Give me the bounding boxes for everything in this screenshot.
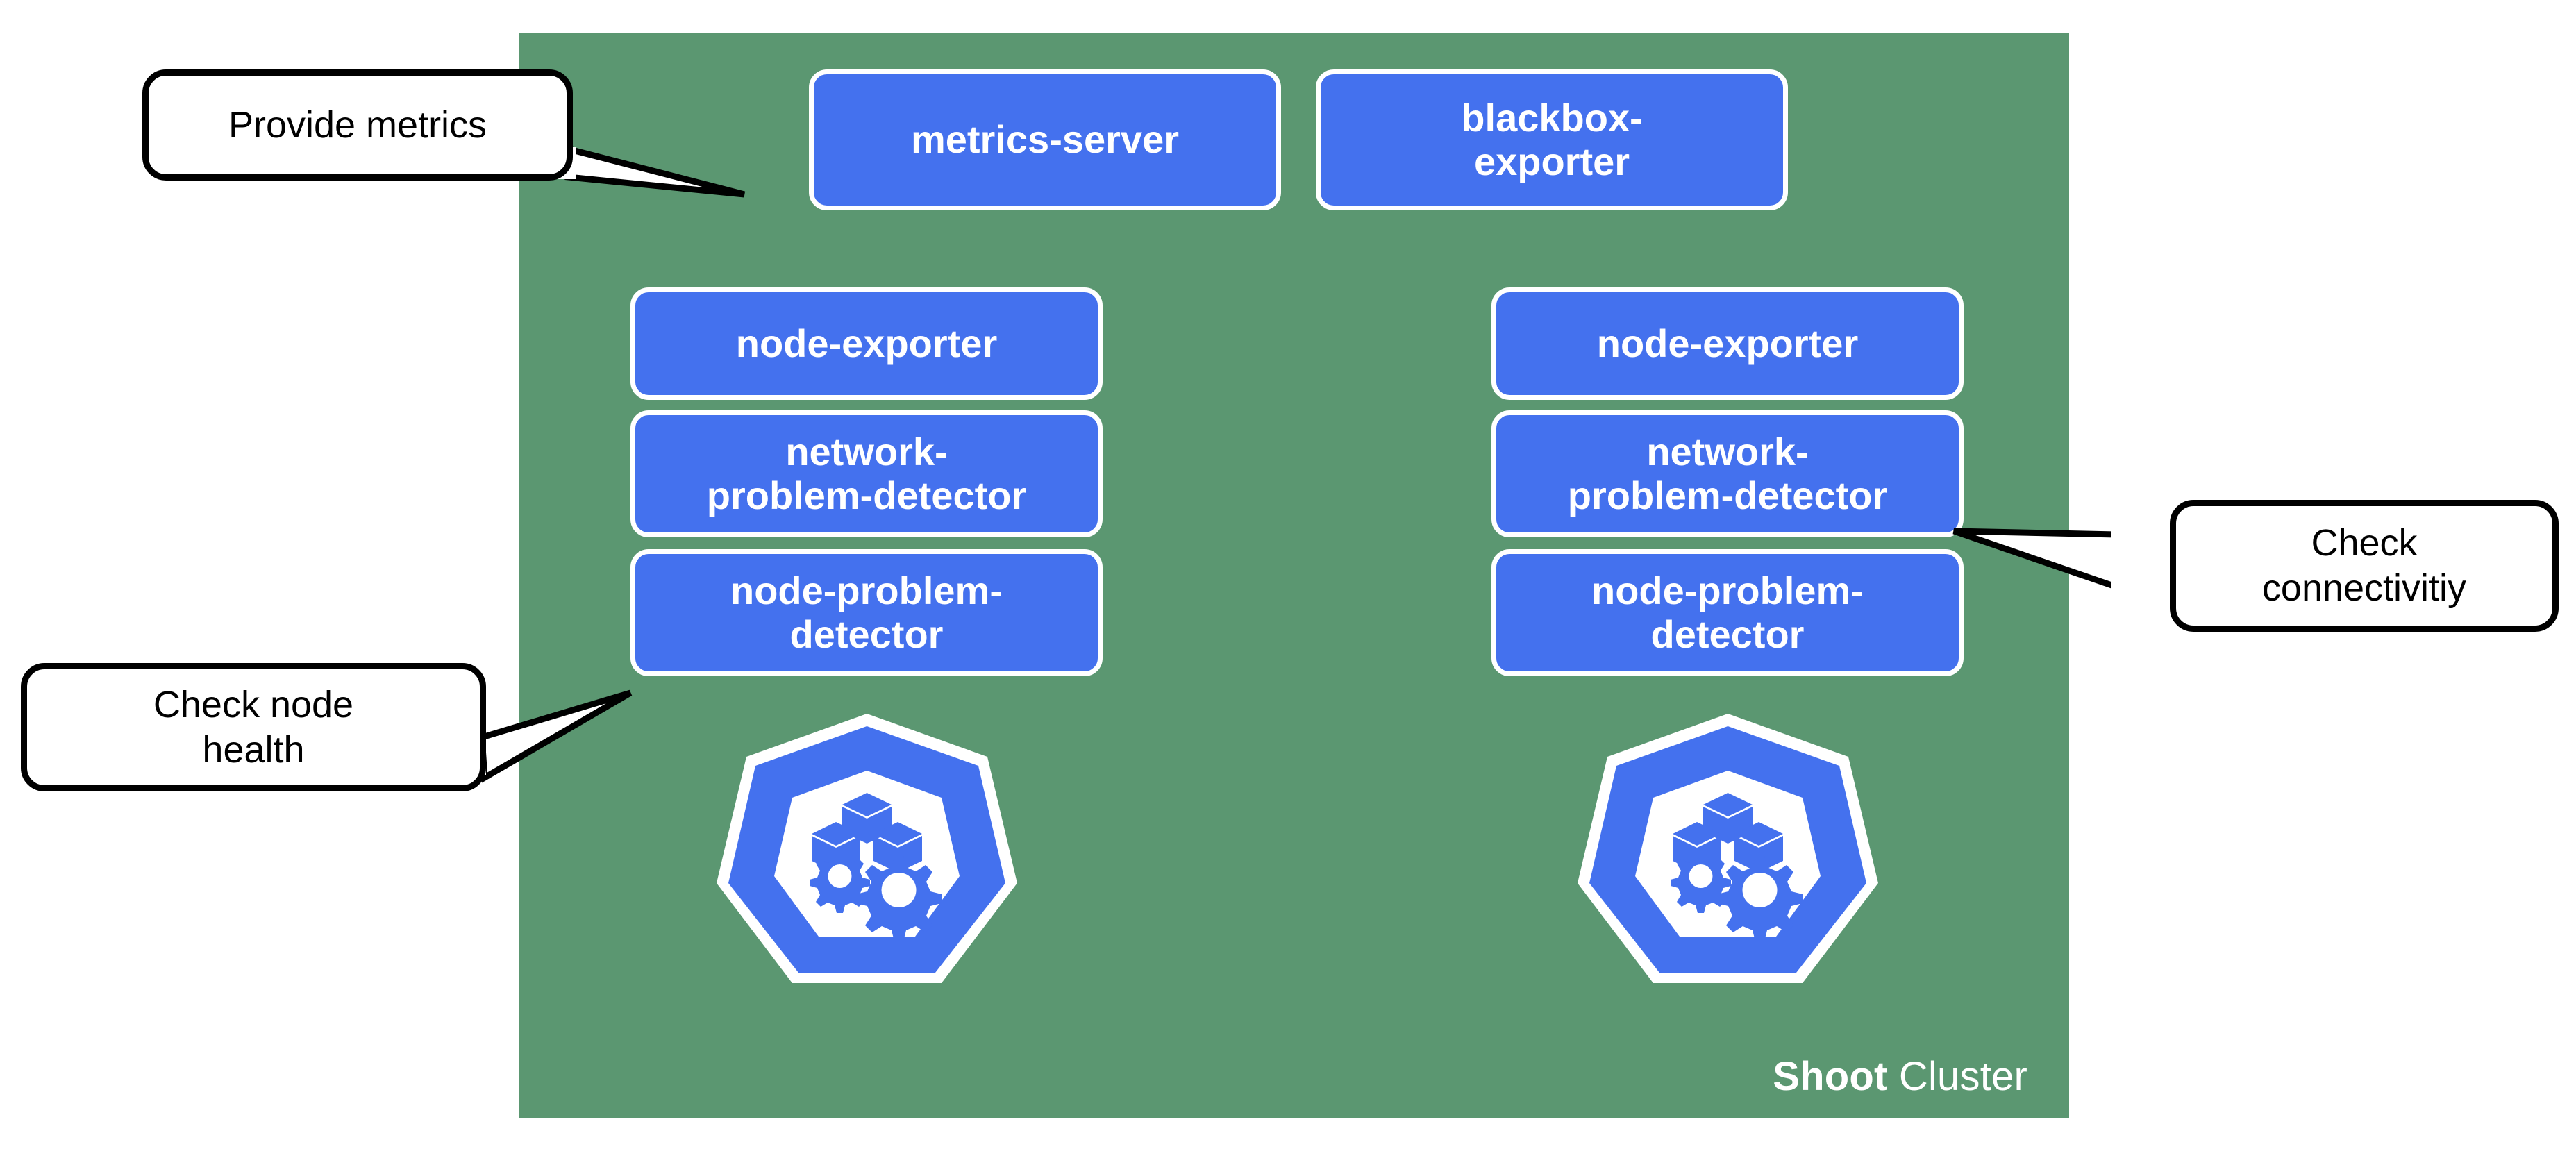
component-box-node-exporter-right[interactable]: node-exporter [1491,287,1964,400]
callout-provide-metrics: Provide metrics [0,0,778,222]
callout-text: Check connectivitiy [2261,522,2467,609]
component-label: blackbox- exporter [1461,95,1643,183]
component-label: network- problem-detector [1567,429,1888,517]
component-box-network-problem-detector-right[interactable]: network- problem-detector [1491,410,1964,537]
cluster-label-regular: Cluster [1887,1054,2027,1099]
component-box-node-problem-detector-right[interactable]: node-problem- detector [1491,549,1964,676]
component-label: node-problem- detector [730,568,1003,656]
component-box-network-problem-detector-left[interactable]: network- problem-detector [630,410,1103,537]
callout-bubble-check-node-health[interactable]: Check node health [21,663,486,791]
component-box-node-exporter-left[interactable]: node-exporter [630,287,1103,400]
component-label: node-exporter [735,321,998,365]
component-box-blackbox-exporter[interactable]: blackbox- exporter [1316,69,1788,210]
component-label: node-problem- detector [1591,568,1864,656]
component-label: node-exporter [1596,321,1859,365]
callout-text: Provide metrics [228,103,487,146]
callout-check-connectivity: Check connectivitiy [1930,493,2576,701]
component-label: metrics-server [910,117,1180,162]
cluster-label-bold: Shoot [1773,1054,1888,1099]
kubernetes-node-icon-right [1573,710,1882,987]
callout-bubble-provide-metrics[interactable]: Provide metrics [142,69,573,181]
callout-bubble-check-connectivity[interactable]: Check connectivitiy [2170,500,2559,632]
callout-text: Check node health [153,683,354,771]
component-label: network- problem-detector [706,429,1027,517]
callout-check-node-health: Check node health [0,653,667,861]
kubernetes-node-icon-left [712,710,1021,987]
component-box-metrics-server[interactable]: metrics-server [809,69,1281,210]
component-box-node-problem-detector-left[interactable]: node-problem- detector [630,549,1103,676]
diagram-canvas: metrics-server blackbox- exporter node-e… [0,0,2576,1149]
cluster-label: Shoot Cluster [1773,1053,2027,1100]
